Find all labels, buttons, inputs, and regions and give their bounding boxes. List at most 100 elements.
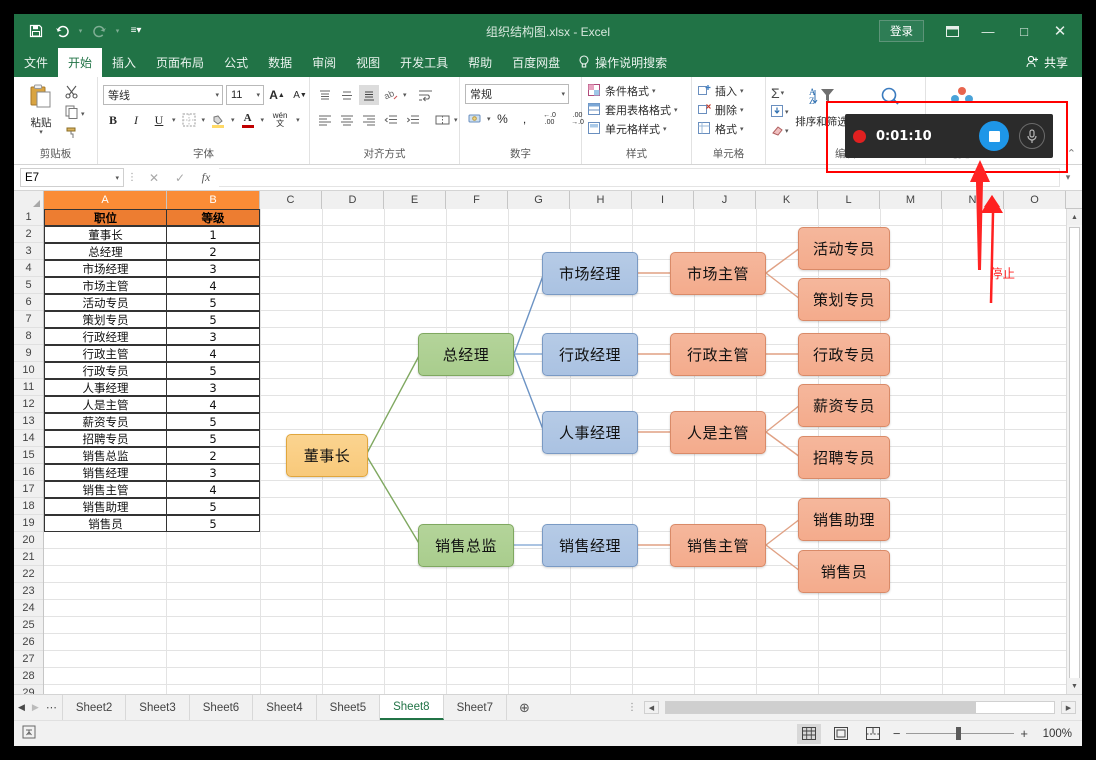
paste-dropdown-icon[interactable]: ▾ [39, 130, 43, 136]
cell-A14[interactable]: 招聘专员 [44, 430, 167, 447]
grow-font-icon[interactable]: A▲ [267, 85, 287, 105]
ribbon-tab-file[interactable]: 文件 [14, 48, 58, 77]
row-header-16[interactable]: 16 [14, 464, 43, 481]
org-node-sales-assistant[interactable]: 销售助理 [798, 498, 890, 541]
row-header-4[interactable]: 4 [14, 260, 43, 277]
horizontal-scroll-thumb[interactable] [666, 702, 976, 713]
close-icon[interactable]: ✕ [1042, 16, 1078, 46]
cell-B14[interactable]: 5 [166, 430, 260, 447]
select-all-corner[interactable] [14, 191, 44, 209]
vertical-scrollbar[interactable]: ▲ ▼ [1066, 209, 1082, 694]
borders-icon[interactable] [179, 110, 199, 130]
zoom-track[interactable] [906, 733, 1014, 734]
microphone-toggle-button[interactable] [1019, 123, 1045, 149]
cell-A19[interactable]: 销售员 [44, 515, 167, 532]
cell-B1[interactable]: 等级 [166, 209, 260, 226]
font-size-combobox[interactable]: 11 ▾ [226, 85, 264, 105]
cell-B4[interactable]: 3 [166, 260, 260, 277]
column-header-K[interactable]: K [756, 191, 818, 209]
column-header-H[interactable]: H [570, 191, 632, 209]
number-format-combobox[interactable]: 常规 ▾ [465, 84, 569, 104]
column-header-E[interactable]: E [384, 191, 446, 209]
fill-color-icon[interactable] [208, 110, 228, 130]
collapse-ribbon-icon[interactable]: ⌃ [1067, 147, 1076, 160]
undo-dropdown-icon[interactable]: ▾ [76, 19, 85, 43]
ribbon-tab-review[interactable]: 审阅 [302, 48, 346, 77]
cut-button[interactable] [65, 85, 85, 102]
align-center-icon[interactable] [337, 110, 357, 130]
cell-B8[interactable]: 3 [166, 328, 260, 345]
cell-B7[interactable]: 5 [166, 311, 260, 328]
cell-A5[interactable]: 市场主管 [44, 277, 167, 294]
cell-A11[interactable]: 人事经理 [44, 379, 167, 396]
clear-button[interactable]: ▾ [771, 122, 789, 140]
insert-cells-button[interactable]: 插入 ▾ [697, 82, 744, 100]
wrap-text-icon[interactable] [416, 85, 436, 105]
fill-button[interactable]: ▾ [771, 103, 789, 121]
align-right-icon[interactable] [359, 110, 379, 130]
sheet-tab-sheet7[interactable]: Sheet7 [444, 695, 507, 720]
expand-formula-bar-icon[interactable]: ▾ [1060, 172, 1076, 183]
undo-icon[interactable] [50, 19, 74, 43]
row-header-8[interactable]: 8 [14, 328, 43, 345]
row-header-7[interactable]: 7 [14, 311, 43, 328]
merge-dropdown-icon[interactable]: ▾ [454, 116, 458, 124]
cell-A3[interactable]: 总经理 [44, 243, 167, 260]
hscroll-right-icon[interactable]: ▶ [1061, 701, 1076, 714]
cell-B16[interactable]: 3 [166, 464, 260, 481]
row-header-10[interactable]: 10 [14, 362, 43, 379]
accounting-format-icon[interactable] [465, 109, 485, 129]
accounting-dropdown-icon[interactable]: ▾ [487, 115, 491, 123]
cell-A12[interactable]: 人是主管 [44, 396, 167, 413]
cell-A17[interactable]: 销售主管 [44, 481, 167, 498]
add-sheet-icon[interactable]: ⊕ [507, 695, 542, 720]
row-header-18[interactable]: 18 [14, 498, 43, 515]
increase-indent-icon[interactable] [403, 110, 423, 130]
row-header-3[interactable]: 3 [14, 243, 43, 260]
cell-A18[interactable]: 销售助理 [44, 498, 167, 515]
underline-dropdown-icon[interactable]: ▾ [172, 116, 176, 124]
column-header-J[interactable]: J [694, 191, 756, 209]
row-header-17[interactable]: 17 [14, 481, 43, 498]
column-header-F[interactable]: F [446, 191, 508, 209]
ribbon-tab-help[interactable]: 帮助 [458, 48, 502, 77]
save-icon[interactable] [24, 19, 48, 43]
comma-style-button[interactable]: , [515, 109, 535, 129]
page-break-preview-icon[interactable] [861, 724, 885, 744]
scroll-up-icon[interactable]: ▲ [1067, 209, 1082, 225]
row-header-6[interactable]: 6 [14, 294, 43, 311]
ribbon-tab-page-layout[interactable]: 页面布局 [146, 48, 214, 77]
cell-A1[interactable]: 职位 [44, 209, 167, 226]
zoom-slider[interactable]: − + [893, 726, 1028, 741]
row-header-27[interactable]: 27 [14, 651, 43, 668]
zoom-thumb[interactable] [956, 727, 961, 740]
ribbon-tab-baidu-netdisk[interactable]: 百度网盘 [502, 48, 570, 77]
ribbon-tab-data[interactable]: 数据 [258, 48, 302, 77]
decrease-indent-icon[interactable] [381, 110, 401, 130]
underline-button[interactable]: U [149, 110, 169, 130]
cell-B13[interactable]: 5 [166, 413, 260, 430]
zoom-level-label[interactable]: 100% [1036, 728, 1072, 740]
cell-B6[interactable]: 5 [166, 294, 260, 311]
percent-style-button[interactable]: % [493, 109, 513, 129]
cell-A13[interactable]: 薪资专员 [44, 413, 167, 430]
phonetic-dropdown-icon[interactable]: ▾ [296, 116, 300, 124]
cell-B19[interactable]: 5 [166, 515, 260, 532]
sheet-tab-sheet4[interactable]: Sheet4 [253, 695, 316, 720]
phonetic-guide-icon[interactable]: wén文 [267, 110, 293, 130]
share-button[interactable]: 共享 [1026, 54, 1082, 77]
column-header-A[interactable]: A [44, 191, 167, 209]
align-top-icon[interactable] [315, 85, 335, 105]
cell-B17[interactable]: 4 [166, 481, 260, 498]
font-color-dropdown-icon[interactable]: ▾ [261, 116, 265, 124]
align-left-icon[interactable] [315, 110, 335, 130]
column-header-M[interactable]: M [880, 191, 942, 209]
format-cells-button[interactable]: 格式 ▾ [697, 120, 744, 138]
redo-icon[interactable] [87, 19, 111, 43]
normal-view-icon[interactable] [797, 724, 821, 744]
zoom-in-button[interactable]: + [1020, 726, 1028, 741]
row-header-13[interactable]: 13 [14, 413, 43, 430]
maximize-icon[interactable]: □ [1006, 16, 1042, 46]
prev-sheet-icon[interactable]: ◀ [18, 702, 25, 713]
customize-qat-icon[interactable]: ≡▾ [124, 19, 148, 43]
